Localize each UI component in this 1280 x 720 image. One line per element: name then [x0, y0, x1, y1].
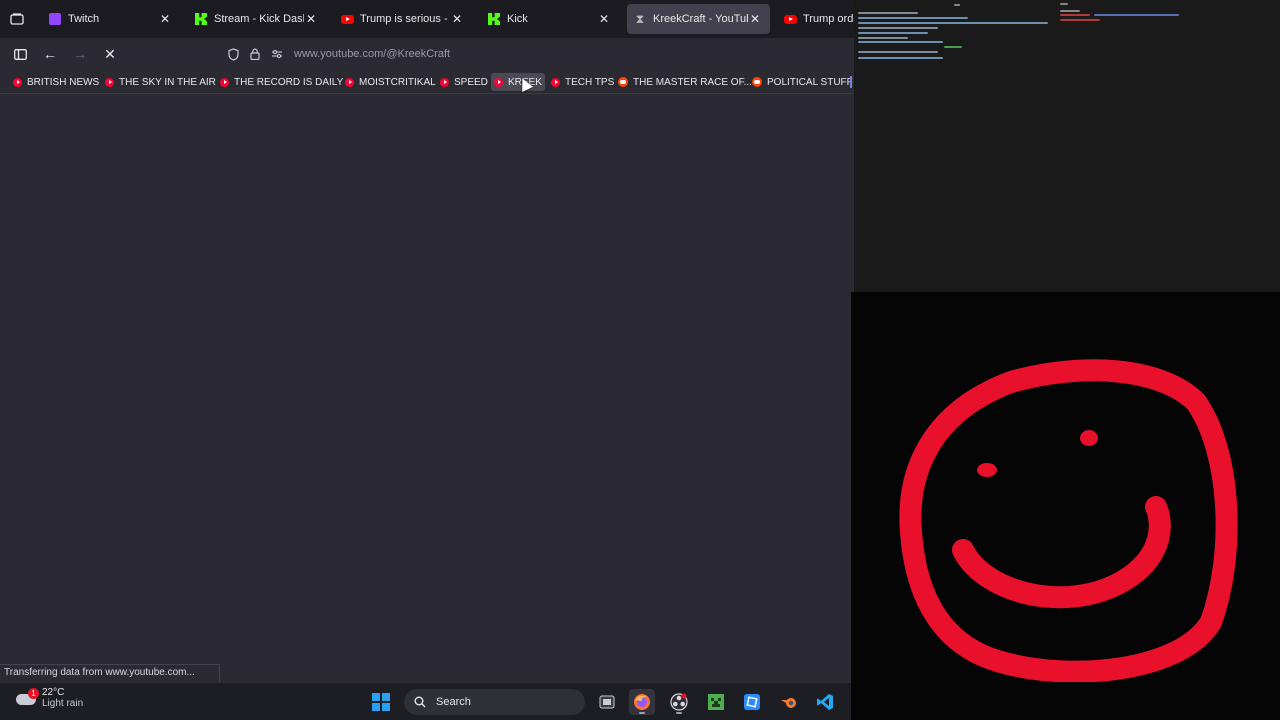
- minecraft-icon: [708, 694, 724, 710]
- weather-condition: Light rain: [42, 698, 84, 709]
- browser-window: Twitch ✕ Stream - Kick Dashboard ✕ Trump…: [0, 0, 854, 682]
- obs-taskbar-button[interactable]: [666, 689, 692, 715]
- url-text[interactable]: www.youtube.com/@KreekCraft: [294, 48, 450, 60]
- vscode-icon: [817, 694, 833, 710]
- youtube-icon: [220, 77, 229, 87]
- navigation-toolbar: ← → ✕ www.youtube.com/@KreekCraft: [0, 38, 854, 70]
- taskbar-search[interactable]: Search: [404, 689, 585, 715]
- desktop-screen: Twitch ✕ Stream - Kick Dashboard ✕ Trump…: [0, 0, 1280, 720]
- youtube-icon: [105, 77, 114, 87]
- roblox-studio-icon: [744, 694, 760, 710]
- tab-kreekcraft-youtube[interactable]: ⧗ KreekCraft - YouTube ✕: [627, 4, 770, 34]
- tab-title: Stream - Kick Dashboard: [214, 13, 304, 25]
- sidebar-toggle-icon[interactable]: [10, 44, 30, 64]
- youtube-icon: [340, 12, 354, 26]
- tab-trump-orders[interactable]: Trump orders: [777, 4, 854, 34]
- bookmarks-toolbar: BRITISH NEWS THE SKY IN THE AIR THE RECO…: [0, 70, 854, 94]
- blender-taskbar-button[interactable]: [776, 689, 802, 715]
- search-icon: [414, 696, 426, 708]
- kick-icon: [487, 12, 501, 26]
- notification-badge: 1: [28, 688, 39, 699]
- windows-icon: [372, 693, 390, 711]
- close-icon[interactable]: ✕: [158, 12, 172, 26]
- bookmark-the-record-is-daily[interactable]: THE RECORD IS DAILY: [217, 73, 346, 91]
- kick-icon: [194, 12, 208, 26]
- reddit-icon: [752, 77, 762, 87]
- youtube-icon: [494, 77, 503, 87]
- address-bar[interactable]: www.youtube.com/@KreekCraft: [222, 42, 854, 66]
- vscode-taskbar-button[interactable]: [812, 689, 838, 715]
- bookmark-tech-tps[interactable]: TECH TPS: [548, 73, 617, 91]
- youtube-icon: [440, 77, 449, 87]
- bookmark-the-master-race[interactable]: THE MASTER RACE OF...: [615, 73, 755, 91]
- permissions-icon[interactable]: [266, 43, 288, 65]
- youtube-icon: [551, 77, 560, 87]
- youtube-icon: [345, 77, 354, 87]
- back-button[interactable]: ←: [40, 44, 60, 64]
- task-view-button[interactable]: [594, 689, 620, 715]
- taskbar: 1 22°C Light rain Search: [0, 682, 851, 720]
- tab-twitch[interactable]: Twitch ✕: [42, 4, 180, 34]
- weather-temperature: 22°C: [42, 687, 65, 698]
- red-smiley-drawing: [899, 359, 1238, 682]
- bookmark-political-stuff[interactable]: POLITICAL STUFF: [749, 73, 854, 91]
- stop-loading-button[interactable]: ✕: [100, 44, 120, 64]
- search-label: Search: [436, 696, 471, 708]
- roblox-studio-taskbar-button[interactable]: [739, 689, 765, 715]
- lock-icon[interactable]: [244, 43, 266, 65]
- rain-cloud-icon: 1: [14, 688, 39, 708]
- close-icon[interactable]: ✕: [304, 12, 318, 26]
- youtube-icon: [783, 12, 797, 26]
- tab-bar: Twitch ✕ Stream - Kick Dashboard ✕ Trump…: [0, 0, 854, 38]
- task-view-icon: [599, 695, 615, 709]
- tracking-protection-shield-icon[interactable]: [222, 43, 244, 65]
- close-icon[interactable]: ✕: [748, 12, 762, 26]
- close-icon[interactable]: ✕: [597, 12, 611, 26]
- tab-title: Trump is serious - YouTube: [360, 13, 450, 25]
- page-content-loading: [0, 95, 854, 682]
- loading-hourglass-icon: ⧗: [635, 11, 645, 26]
- weather-widget[interactable]: 1 22°C Light rain: [14, 687, 83, 709]
- status-bar: Transferring data from www.youtube.com..…: [0, 664, 220, 682]
- list-all-tabs-icon[interactable]: [8, 10, 26, 28]
- bookmarks-overflow-indicator[interactable]: [850, 76, 852, 88]
- bookmark-british-news[interactable]: BRITISH NEWS: [10, 73, 102, 91]
- firefox-icon: [634, 694, 650, 710]
- tab-kick[interactable]: Kick ✕: [481, 4, 619, 34]
- blender-icon: [781, 698, 796, 708]
- twitch-icon: [48, 12, 62, 26]
- obs-icon: [670, 693, 688, 711]
- forward-button[interactable]: →: [70, 44, 90, 64]
- tab-title: Kick: [507, 13, 528, 25]
- tab-title: Twitch: [68, 13, 100, 25]
- webcam-overlay: [851, 292, 1280, 720]
- tab-kick-dashboard[interactable]: Stream - Kick Dashboard ✕: [188, 4, 326, 34]
- youtube-icon: [13, 77, 22, 87]
- tab-title: Trump orders: [803, 13, 854, 25]
- close-icon[interactable]: ✕: [450, 12, 464, 26]
- firefox-taskbar-button[interactable]: [629, 689, 655, 715]
- windows-start-button[interactable]: [368, 689, 394, 715]
- side-text-window: [854, 0, 1280, 292]
- bookmark-speed[interactable]: SPEED: [437, 73, 491, 91]
- minecraft-taskbar-button[interactable]: [703, 689, 729, 715]
- bookmark-the-sky-in-the-air[interactable]: THE SKY IN THE AIR: [102, 73, 219, 91]
- bookmark-moistcritikal[interactable]: MOISTCRITIKAL: [342, 73, 439, 91]
- tab-trump-youtube[interactable]: Trump is serious - YouTube ✕: [334, 4, 472, 34]
- reddit-icon: [618, 77, 628, 87]
- tab-title: KreekCraft - YouTube: [653, 13, 748, 25]
